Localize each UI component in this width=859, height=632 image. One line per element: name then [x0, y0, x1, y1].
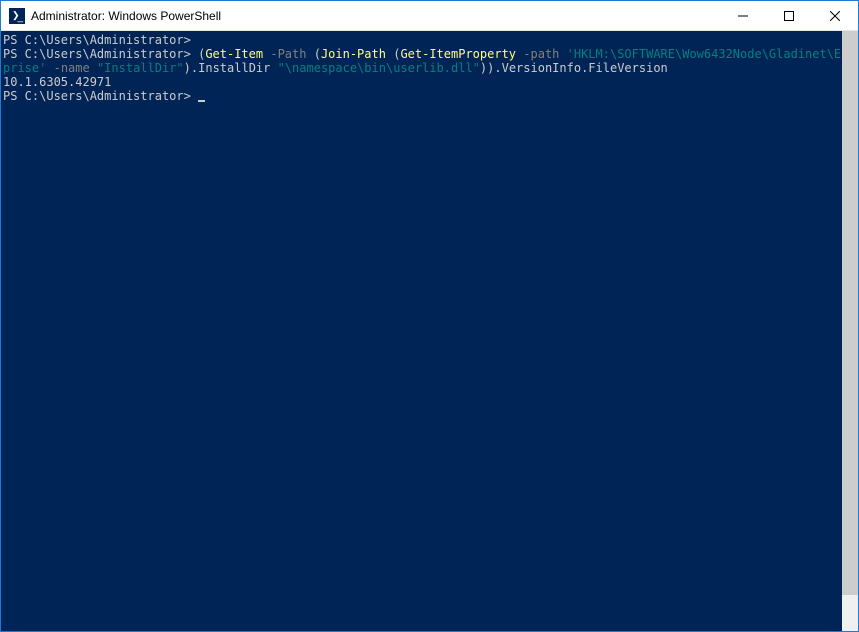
cmdlet-get-itemproperty: Get-ItemProperty — [400, 47, 516, 61]
prompt: PS C:\Users\Administrator> — [3, 89, 191, 103]
param-path: -Path — [270, 47, 306, 61]
scrollbar[interactable] — [842, 31, 858, 631]
minimize-button[interactable] — [720, 1, 766, 30]
string-regpath2: prise' — [3, 61, 46, 75]
scrollbar-thumb[interactable] — [842, 31, 858, 595]
cmdlet-join-path: Join-Path — [321, 47, 386, 61]
terminal-area: PS C:\Users\Administrator> PS C:\Users\A… — [1, 31, 858, 631]
powershell-icon — [9, 8, 25, 24]
string-dllpath: "\namespace\bin\userlib.dll" — [278, 61, 480, 75]
paren: ( — [314, 47, 321, 61]
param-path2: -path — [523, 47, 559, 61]
command-output: 10.1.6305.42971 — [3, 75, 111, 89]
maximize-button[interactable] — [766, 1, 812, 30]
string-regpath: 'HKLM:\SOFTWARE\Wow6432Node\Gladinet\Ent… — [567, 47, 842, 61]
prompt: PS C:\Users\Administrator> — [3, 33, 191, 47]
cursor — [198, 100, 205, 102]
window-controls — [720, 1, 858, 30]
param-name: -name — [54, 61, 90, 75]
window-title: Administrator: Windows PowerShell — [31, 9, 720, 23]
titlebar: Administrator: Windows PowerShell — [1, 1, 858, 31]
cmdlet-get-item: Get-Item — [205, 47, 263, 61]
close-button[interactable] — [812, 1, 858, 30]
prompt: PS C:\Users\Administrator> — [3, 47, 191, 61]
terminal[interactable]: PS C:\Users\Administrator> PS C:\Users\A… — [1, 31, 842, 631]
member-version: .VersionInfo.FileVersion — [494, 61, 667, 75]
paren-close: ) — [184, 61, 191, 75]
member-installdir: .InstallDir — [191, 61, 270, 75]
string-installdir: "InstallDir" — [97, 61, 184, 75]
